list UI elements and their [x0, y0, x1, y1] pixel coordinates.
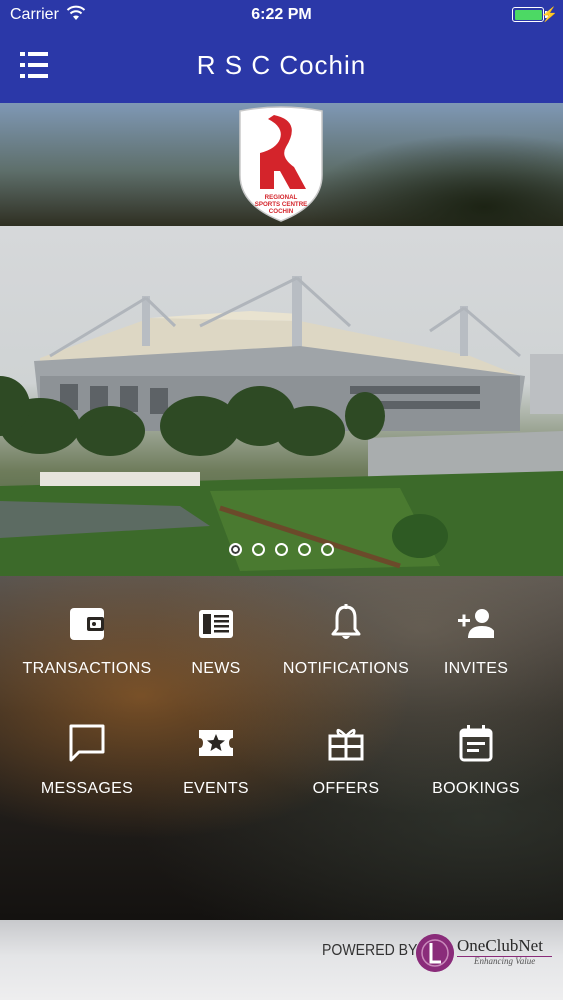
battery-icon: [512, 7, 544, 22]
ticket-star-icon: [199, 730, 233, 756]
carousel-dot[interactable]: [298, 543, 311, 556]
bell-icon: [331, 604, 361, 639]
navigation-bar: R S C Cochin: [0, 30, 563, 103]
tile-notifications[interactable]: NOTIFICATIONS: [281, 604, 411, 714]
logo-line-1: REGIONAL: [265, 194, 298, 201]
footer: POWERED BY OneClubNet Enhancing Value: [0, 920, 563, 1000]
stadium-photo: [0, 276, 563, 576]
carousel-dots: [0, 543, 563, 557]
brand-name: OneClubNet: [457, 936, 543, 955]
status-bar: Carrier 6:22 PM ⚡: [0, 0, 563, 30]
tile-label-bookings: BOOKINGS: [432, 780, 520, 797]
tile-events[interactable]: EVENTS: [151, 724, 281, 834]
image-carousel[interactable]: [0, 226, 563, 576]
powered-by-label: POWERED BY: [322, 942, 418, 959]
carousel-dot[interactable]: [252, 543, 265, 556]
news-icon: [199, 610, 233, 638]
clock: 6:22 PM: [251, 6, 312, 23]
tile-invites[interactable]: INVITES: [411, 604, 541, 714]
wallet-icon: [70, 608, 104, 640]
chat-bubble-icon: [69, 724, 105, 762]
carousel-dot[interactable]: [321, 543, 334, 556]
rsc-logo-shield: REGIONAL SPORTS CENTRE COCHIN: [239, 106, 323, 222]
tile-messages[interactable]: MESSAGES: [22, 724, 152, 834]
menu-grid: TRANSACTIONS NEWS NOTIFICATIONS INVITES: [0, 576, 563, 920]
oneclubnet-logo-icon[interactable]: [416, 934, 454, 972]
brand-tagline: Enhancing Value: [474, 956, 536, 966]
tile-transactions[interactable]: TRANSACTIONS: [22, 604, 152, 714]
top-bar: Carrier 6:22 PM ⚡ R S C Cochin: [0, 0, 563, 103]
tile-label-invites: INVITES: [443, 660, 509, 677]
logo-line-2: SPORTS CENTRE: [255, 201, 308, 208]
page-title: R S C Cochin: [196, 50, 367, 80]
add-person-icon: [458, 609, 494, 638]
logo-line-3: COCHIN: [269, 208, 294, 215]
gift-icon: [328, 728, 364, 761]
tile-news[interactable]: NEWS: [151, 604, 281, 714]
tile-bookings[interactable]: BOOKINGS: [411, 724, 541, 834]
carousel-dot[interactable]: [229, 543, 242, 556]
tile-offers[interactable]: OFFERS: [281, 724, 411, 834]
charging-bolt-icon: ⚡: [540, 6, 558, 22]
calendar-icon: [459, 725, 493, 762]
logo-band: REGIONAL SPORTS CENTRE COCHIN: [0, 103, 563, 226]
carousel-dot[interactable]: [275, 543, 288, 556]
